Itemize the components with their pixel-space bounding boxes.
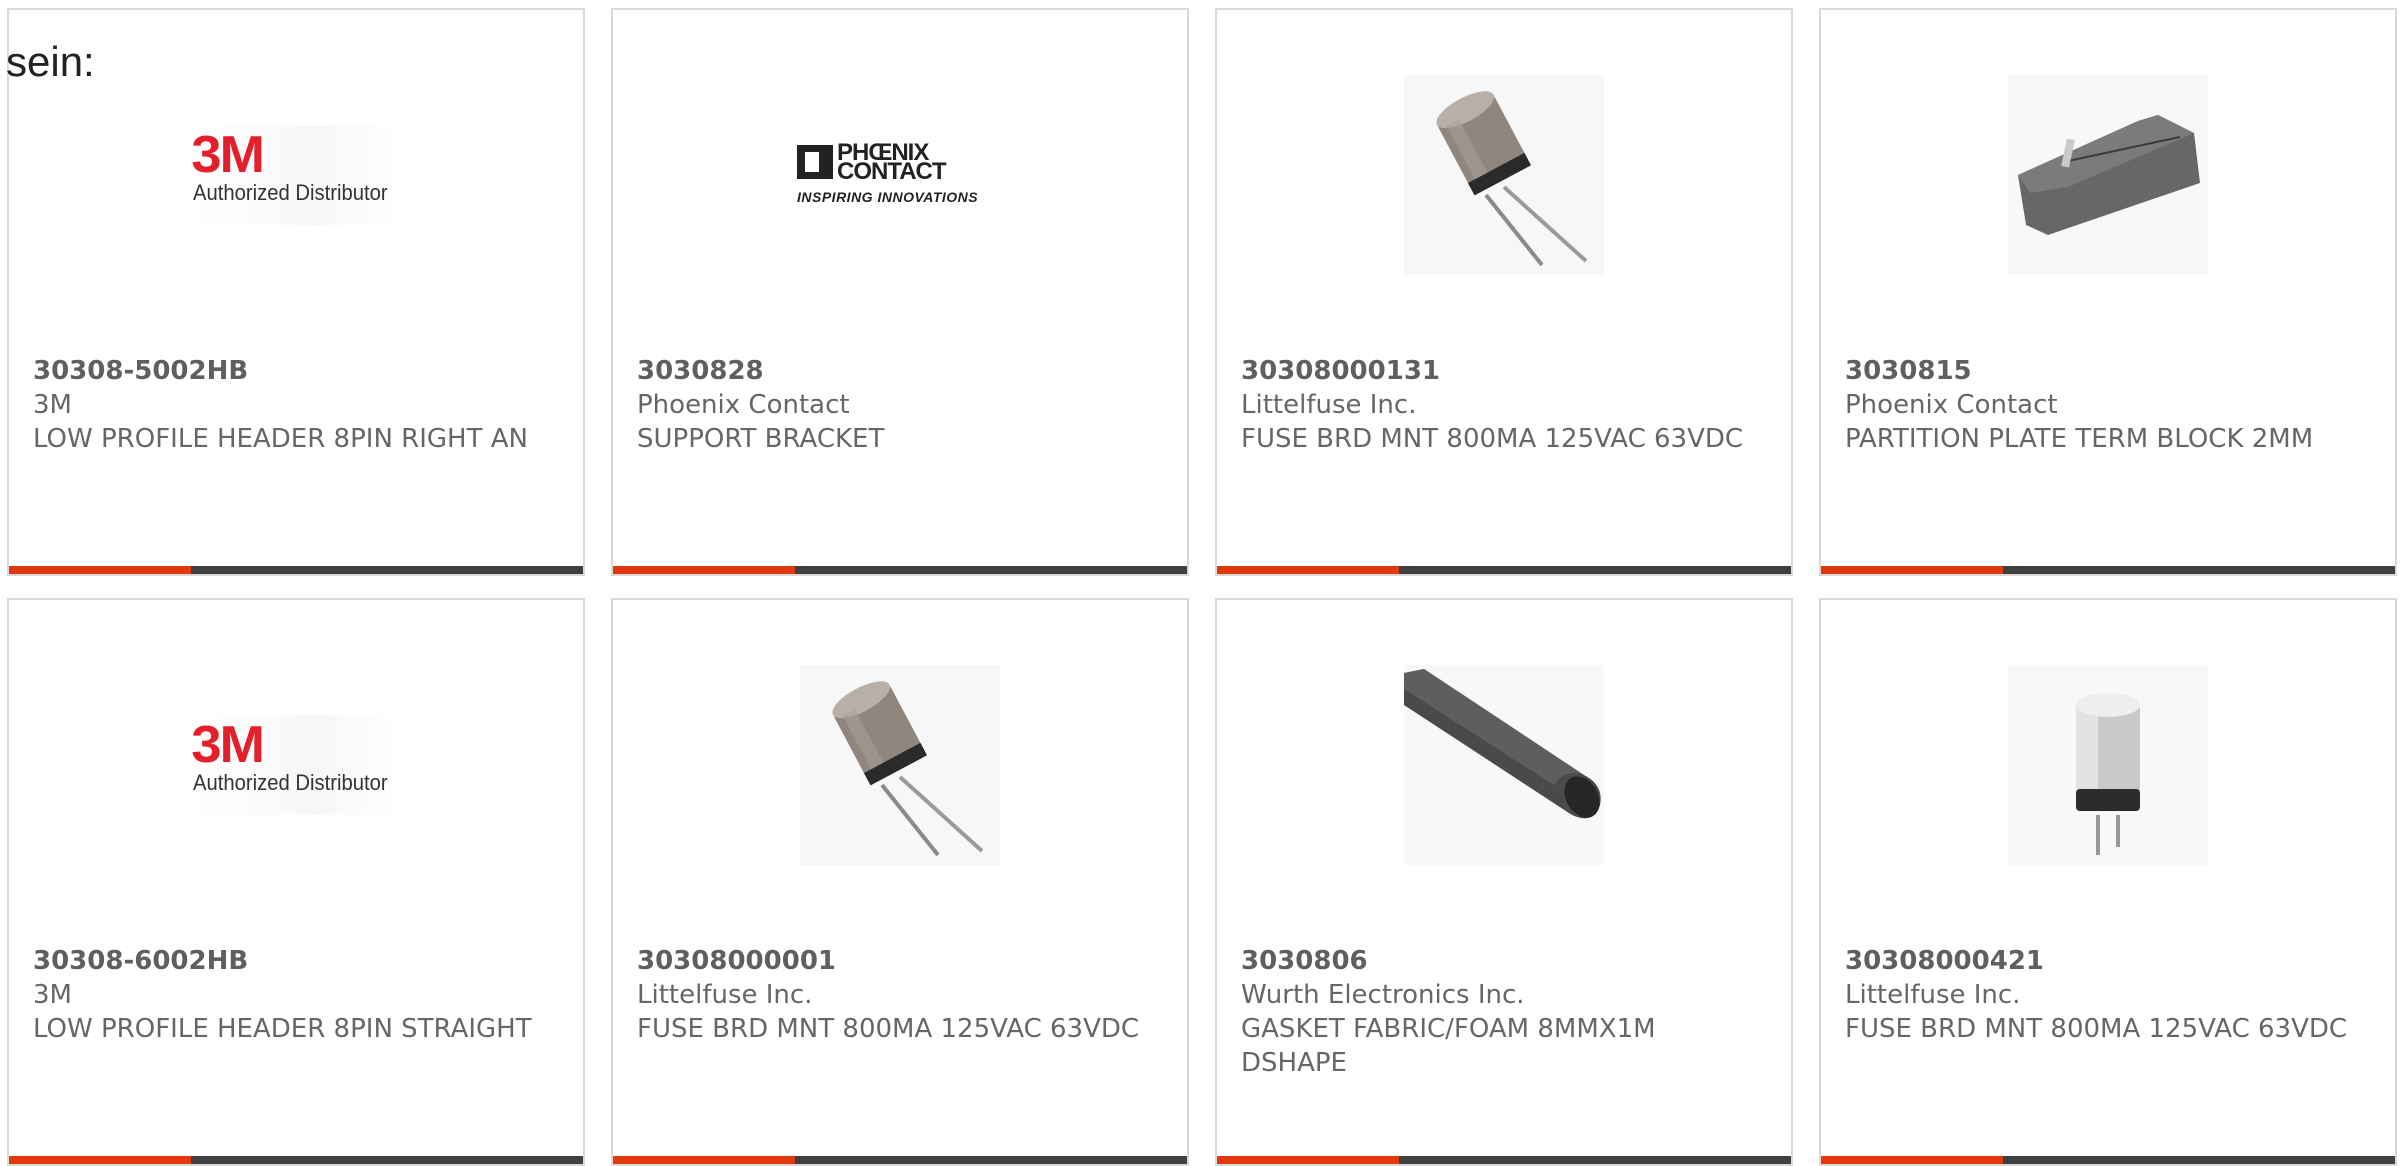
product-card[interactable]: PHŒNIX CONTACT INSPIRING INNOVATIONS 303… — [611, 8, 1189, 576]
part-number-link[interactable]: 3030815 — [1845, 354, 2371, 388]
card-accent-bar — [613, 1156, 1187, 1164]
card-accent-bar — [9, 566, 583, 574]
logo-text: Authorized Distributor — [193, 770, 388, 795]
card-accent-bar — [9, 1156, 583, 1164]
product-description: LOW PROFILE HEADER 8PIN RIGHT AN — [33, 424, 528, 454]
part-number-link[interactable]: 30308000421 — [1845, 944, 2371, 978]
product-info: 30308000001 Littelfuse Inc. FUSE BRD MNT… — [637, 944, 1163, 1046]
product-card[interactable]: 3M Authorized Distributor 30308-6002HB 3… — [7, 598, 585, 1166]
product-info: 30308000421 Littelfuse Inc. FUSE BRD MNT… — [1845, 944, 2371, 1046]
accent-segment — [1217, 1156, 1399, 1164]
product-image[interactable]: PHŒNIX CONTACT INSPIRING INNOVATIONS — [613, 10, 1187, 340]
product-card[interactable]: 30308000001 Littelfuse Inc. FUSE BRD MNT… — [611, 598, 1189, 1166]
product-card[interactable]: 3030806 Wurth Electronics Inc. GASKET FA… — [1215, 598, 1793, 1166]
product-image[interactable] — [1217, 10, 1791, 340]
intro-text: sein: — [6, 38, 95, 85]
manufacturer-name: 3M — [33, 390, 72, 420]
manufacturer-name: Phoenix Contact — [1845, 390, 2058, 420]
phoenix-mark-icon — [797, 145, 833, 179]
product-info: 3030828 Phoenix Contact SUPPORT BRACKET — [637, 354, 1163, 456]
card-accent-bar — [1217, 566, 1791, 574]
card-accent-bar — [1821, 566, 2395, 574]
partition-plate-photo-icon — [2008, 75, 2208, 275]
product-image[interactable]: 3M Authorized Distributor — [9, 600, 583, 930]
manufacturer-name: Littelfuse Inc. — [637, 980, 813, 1010]
product-grid: 3M Authorized Distributor 30308-5002HB 3… — [0, 0, 2400, 1166]
part-number-link[interactable]: 3030806 — [1241, 944, 1767, 978]
product-image[interactable] — [1821, 10, 2395, 340]
logo-brand: 3M — [191, 716, 265, 774]
product-info: 3030806 Wurth Electronics Inc. GASKET FA… — [1241, 944, 1767, 1080]
product-description: SUPPORT BRACKET — [637, 424, 885, 454]
radial-fuse-photo-icon — [1404, 75, 1604, 275]
phoenix-contact-logo-icon: PHŒNIX CONTACT INSPIRING INNOVATIONS — [795, 135, 1005, 215]
product-card[interactable]: 30308000421 Littelfuse Inc. FUSE BRD MNT… — [1819, 598, 2397, 1166]
part-number-link[interactable]: 30308-5002HB — [33, 354, 559, 388]
product-description: PARTITION PLATE TERM BLOCK 2MM — [1845, 424, 2314, 454]
part-number-link[interactable]: 30308-6002HB — [33, 944, 559, 978]
accent-segment — [613, 1156, 795, 1164]
product-image[interactable] — [613, 600, 1187, 930]
manufacturer-name: Littelfuse Inc. — [1845, 980, 2021, 1010]
product-info: 3030815 Phoenix Contact PARTITION PLATE … — [1845, 354, 2371, 456]
accent-segment — [9, 566, 191, 574]
product-card[interactable]: 3M Authorized Distributor 30308-5002HB 3… — [7, 8, 585, 576]
product-description: FUSE BRD MNT 800MA 125VAC 63VDC — [637, 1014, 1140, 1044]
logo-line-2: CONTACT — [837, 158, 947, 185]
upright-fuse-photo-icon — [2008, 665, 2208, 865]
product-description: FUSE BRD MNT 800MA 125VAC 63VDC — [1241, 424, 1744, 454]
product-description: GASKET FABRIC/FOAM 8MMX1M DSHAPE — [1241, 1014, 1656, 1078]
logo-brand: 3M — [191, 126, 265, 184]
radial-fuse-photo-icon — [800, 665, 1000, 865]
accent-segment — [9, 1156, 191, 1164]
manufacturer-name: Littelfuse Inc. — [1241, 390, 1417, 420]
product-description: LOW PROFILE HEADER 8PIN STRAIGHT — [33, 1014, 532, 1044]
product-image[interactable]: 3M Authorized Distributor — [9, 10, 583, 340]
card-accent-bar — [613, 566, 1187, 574]
accent-segment — [1217, 566, 1399, 574]
part-number-link[interactable]: 3030828 — [637, 354, 1163, 388]
card-accent-bar — [1821, 1156, 2395, 1164]
product-card[interactable]: 30308000131 Littelfuse Inc. FUSE BRD MNT… — [1215, 8, 1793, 576]
manufacturer-name: 3M — [33, 980, 72, 1010]
product-image[interactable] — [1821, 600, 2395, 930]
product-info: 30308-6002HB 3M LOW PROFILE HEADER 8PIN … — [33, 944, 559, 1046]
card-accent-bar — [1217, 1156, 1791, 1164]
accent-segment — [1821, 1156, 2003, 1164]
part-number-link[interactable]: 30308000131 — [1241, 354, 1767, 388]
part-number-link[interactable]: 30308000001 — [637, 944, 1163, 978]
product-card[interactable]: 3030815 Phoenix Contact PARTITION PLATE … — [1819, 8, 2397, 576]
logo-text: Authorized Distributor — [193, 180, 388, 205]
manufacturer-name: Wurth Electronics Inc. — [1241, 980, 1525, 1010]
accent-segment — [1821, 566, 2003, 574]
accent-segment — [613, 566, 795, 574]
manufacturer-name: Phoenix Contact — [637, 390, 850, 420]
3m-logo-icon: 3M Authorized Distributor — [191, 125, 401, 225]
product-info: 30308-5002HB 3M LOW PROFILE HEADER 8PIN … — [33, 354, 559, 456]
product-image[interactable] — [1217, 600, 1791, 930]
3m-logo-icon: 3M Authorized Distributor — [191, 715, 401, 815]
product-info: 30308000131 Littelfuse Inc. FUSE BRD MNT… — [1241, 354, 1767, 456]
logo-tagline: INSPIRING INNOVATIONS — [797, 189, 979, 205]
gasket-photo-icon — [1404, 665, 1604, 865]
product-description: FUSE BRD MNT 800MA 125VAC 63VDC — [1845, 1014, 2348, 1044]
